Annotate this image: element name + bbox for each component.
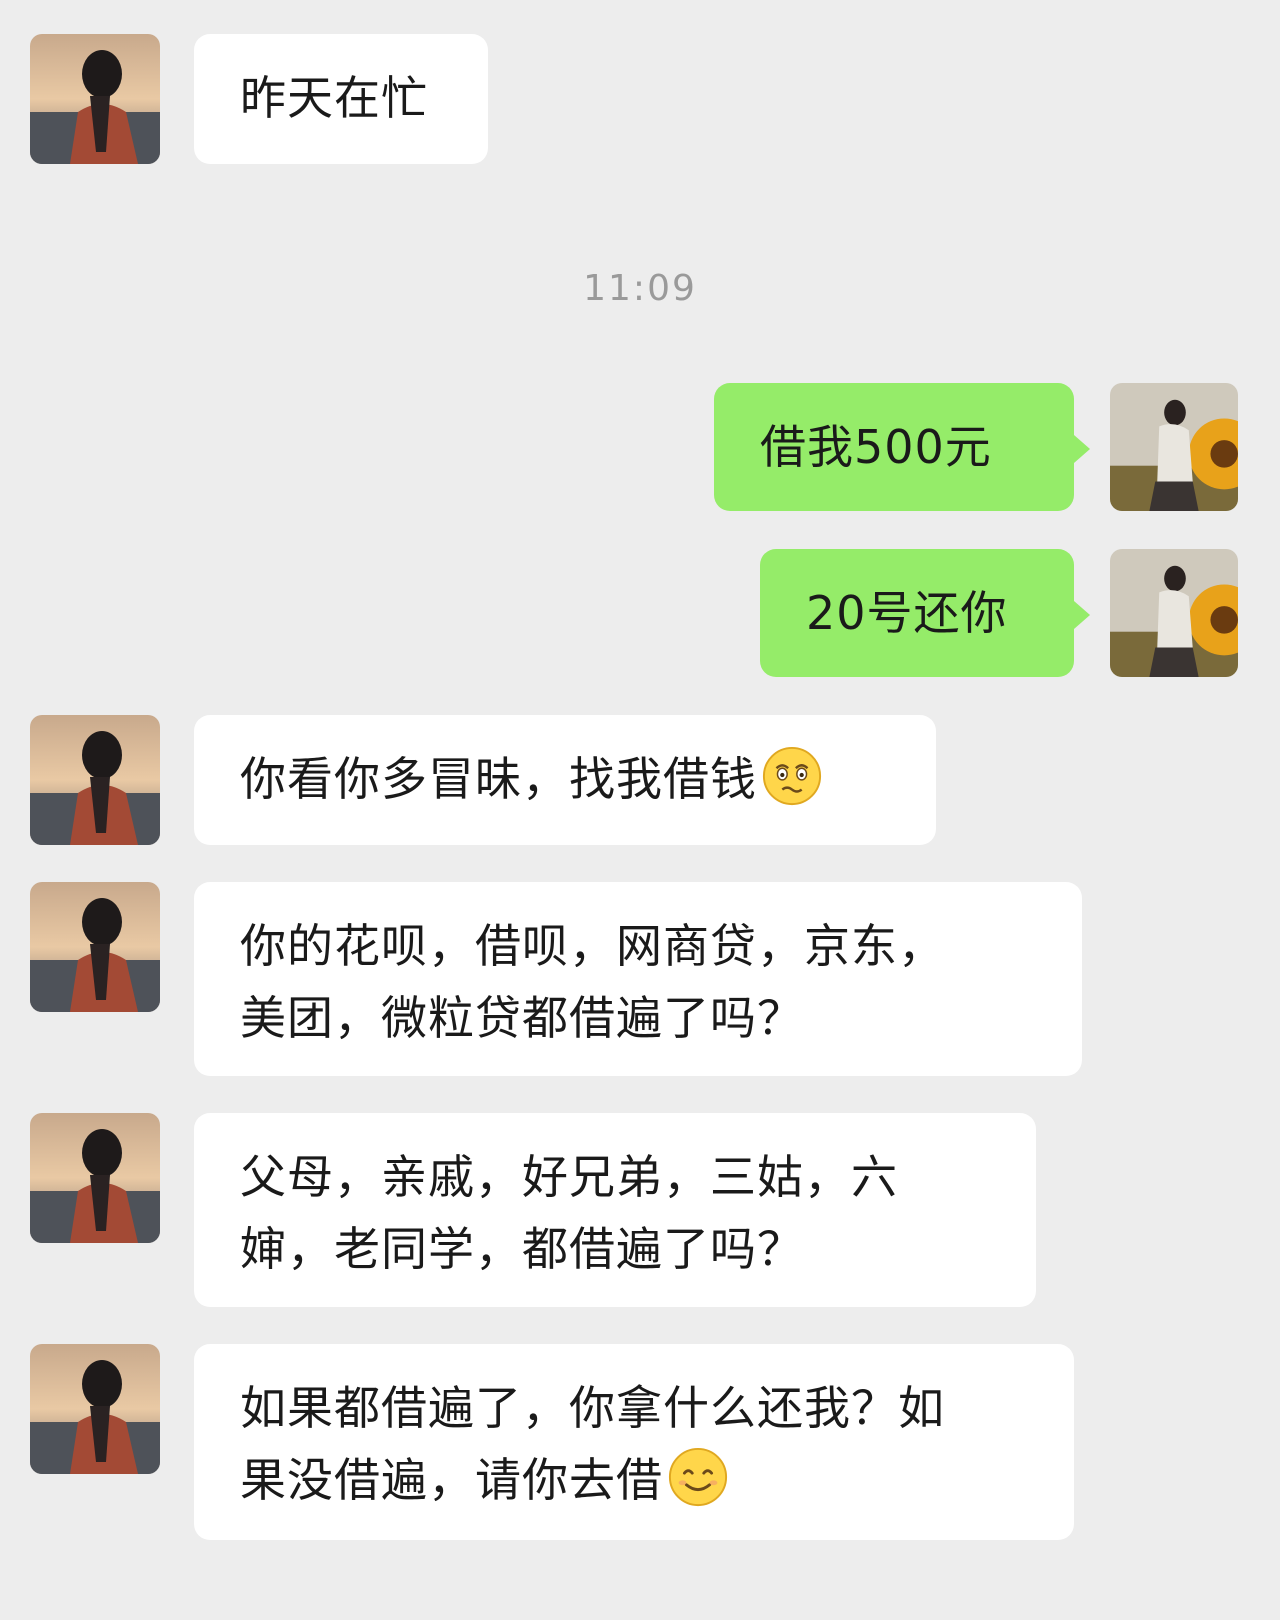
message-text-line: 美团，微粒贷都借遍了吗？: [240, 991, 804, 1045]
message-text-line: 如果都借遍了，你拿什么还我？如: [240, 1381, 945, 1435]
message-text: 20号还你: [806, 586, 1008, 640]
message-text-line: 婶，老同学，都借遍了吗？: [240, 1222, 804, 1276]
contact-avatar[interactable]: [30, 1344, 160, 1474]
contact-avatar[interactable]: [30, 882, 160, 1012]
message-timestamp: 11:09: [583, 268, 697, 309]
message-text-line: 果没借遍，请你去借: [240, 1453, 663, 1507]
message-text-line: 你的花呗，借呗，网商贷，京东，: [240, 919, 945, 973]
message-bubble-incoming[interactable]: 父母，亲戚，好兄弟，三姑，六 婶，老同学，都借遍了吗？: [194, 1113, 1036, 1307]
message-bubble-incoming[interactable]: 你的花呗，借呗，网商贷，京东， 美团，微粒贷都借遍了吗？: [194, 882, 1082, 1076]
message-text: 你看你多冒昧，找我借钱: [240, 752, 757, 806]
message-bubble-outgoing[interactable]: 20号还你: [760, 549, 1090, 677]
awkward-face-emoji: [761, 745, 823, 807]
message-bubble-incoming[interactable]: 昨天在忙: [194, 34, 488, 164]
message-text: 昨天在忙: [240, 71, 428, 125]
user-avatar[interactable]: [1110, 383, 1238, 511]
chat-area: 昨天在忙 11:09 借我500元 20号还你 你看你多冒昧，找我借钱 你的花呗…: [0, 0, 1280, 1620]
message-text: 借我500元: [760, 420, 992, 474]
message-bubble-outgoing[interactable]: 借我500元: [714, 383, 1090, 511]
message-bubble-incoming[interactable]: 如果都借遍了，你拿什么还我？如 果没借遍，请你去借: [194, 1344, 1074, 1540]
message-text-line: 父母，亲戚，好兄弟，三姑，六: [240, 1150, 898, 1204]
contact-avatar[interactable]: [30, 715, 160, 845]
user-avatar[interactable]: [1110, 549, 1238, 677]
message-bubble-incoming[interactable]: 你看你多冒昧，找我借钱: [194, 715, 936, 845]
smile-face-emoji: [667, 1446, 729, 1508]
contact-avatar[interactable]: [30, 1113, 160, 1243]
contact-avatar[interactable]: [30, 34, 160, 164]
